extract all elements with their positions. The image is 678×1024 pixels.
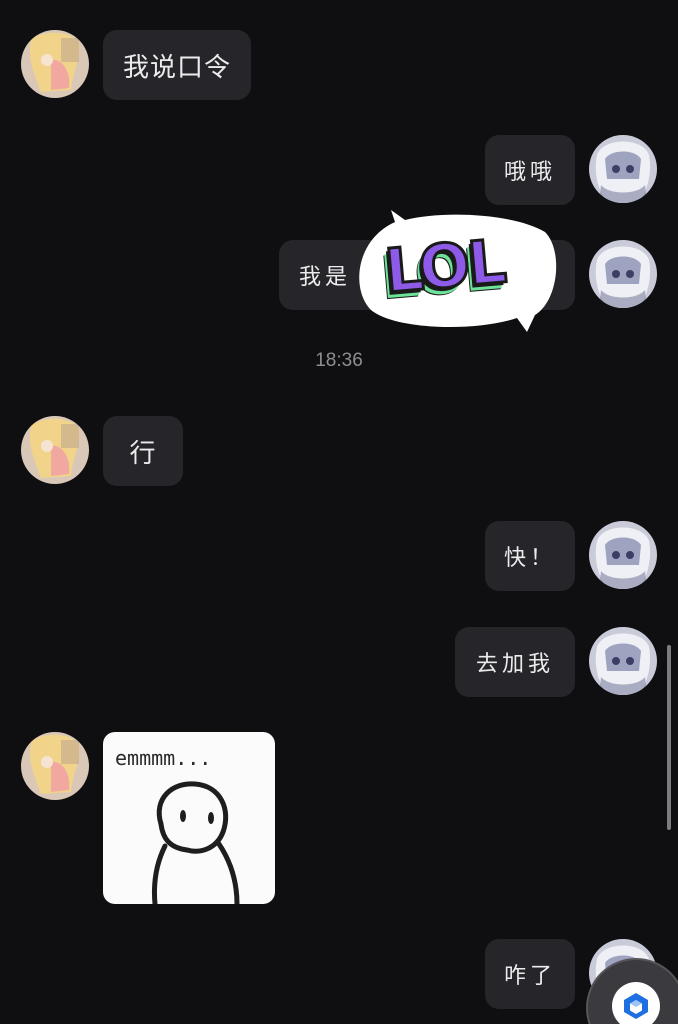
cube-icon bbox=[612, 982, 660, 1024]
contact-avatar[interactable] bbox=[21, 30, 89, 98]
message-timestamp: 18:36 bbox=[315, 350, 363, 371]
user-avatar[interactable] bbox=[589, 521, 657, 589]
user-avatar[interactable] bbox=[589, 240, 657, 308]
message-bubble[interactable]: 快！ bbox=[485, 521, 575, 591]
message-bubble[interactable]: 哦哦 bbox=[485, 135, 575, 205]
contact-avatar[interactable] bbox=[21, 732, 89, 800]
lol-sticker-text: LOL bbox=[381, 225, 509, 308]
message-bubble[interactable]: 行 bbox=[103, 416, 183, 486]
message-text: 去加我 bbox=[475, 652, 554, 677]
message-bubble[interactable]: 咋了 bbox=[485, 939, 575, 1009]
message-text: 咋了 bbox=[503, 964, 556, 989]
message-text: 哦哦 bbox=[503, 160, 556, 185]
message-bubble[interactable]: 我说口令 bbox=[103, 30, 251, 100]
sticker-caption: emmmm... bbox=[115, 746, 212, 770]
message-bubble[interactable]: 去加我 bbox=[455, 627, 575, 697]
message-text: 我是 bbox=[299, 265, 352, 290]
lol-sticker[interactable]: LOL bbox=[355, 210, 560, 335]
message-text: 行 bbox=[129, 438, 157, 469]
scrollbar[interactable] bbox=[667, 645, 671, 830]
user-avatar[interactable] bbox=[589, 135, 657, 203]
message-text: 快！ bbox=[503, 546, 556, 571]
sticker-image-message[interactable]: emmmm... bbox=[103, 732, 275, 904]
contact-avatar[interactable] bbox=[21, 416, 89, 484]
user-avatar[interactable] bbox=[589, 627, 657, 695]
message-text: 我说口令 bbox=[122, 52, 231, 83]
